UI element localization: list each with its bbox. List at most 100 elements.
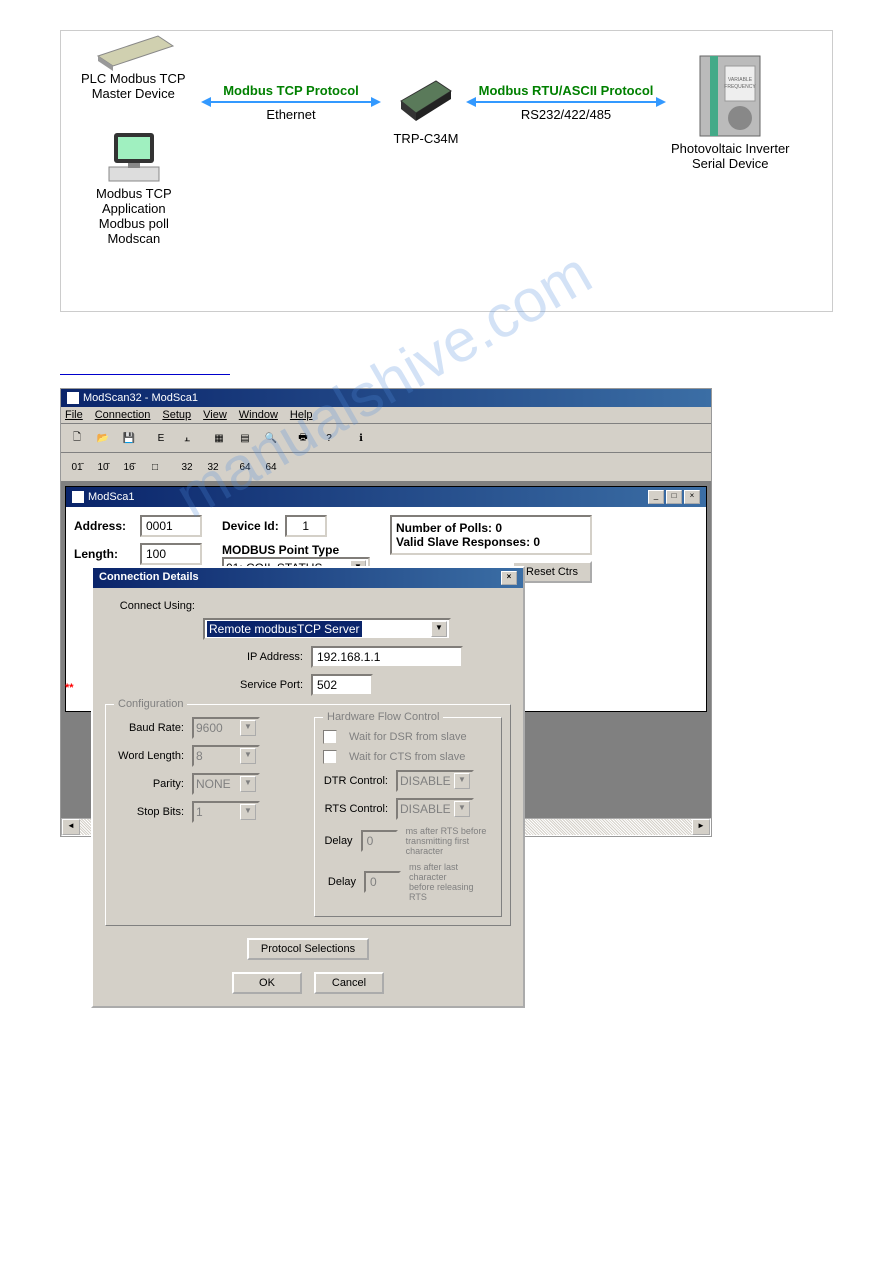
arrow1-top-label: Modbus TCP Protocol — [206, 83, 376, 98]
connect-value: Remote modbusTCP Server — [207, 621, 362, 637]
app-icon — [67, 392, 79, 404]
dsr-checkbox — [323, 730, 337, 744]
inverter-device: VARIABLEFREQUENCY Photovoltaic Inverter … — [671, 51, 790, 171]
sub-titlebar: ModSca1 _ □ × — [66, 487, 706, 507]
gateway-icon — [391, 71, 461, 131]
min-button[interactable]: _ — [648, 490, 664, 504]
delay1-label: Delay — [323, 835, 353, 847]
dsr-label: Wait for DSR from slave — [349, 731, 467, 743]
baud-label: Baud Rate: — [114, 722, 184, 734]
connection-dialog: Connection Details× Connect Using: Remot… — [91, 566, 525, 1008]
word-label: Word Length: — [114, 750, 184, 762]
tb-f8[interactable]: 64 — [259, 456, 283, 478]
ip-input[interactable] — [311, 646, 463, 668]
parity-label: Parity: — [114, 778, 184, 790]
port-input[interactable] — [311, 674, 373, 696]
tb-f7[interactable]: 64 — [233, 456, 257, 478]
inverter-label: Photovoltaic Inverter Serial Device — [671, 141, 790, 171]
menu-view[interactable]: View — [203, 409, 227, 421]
tb-d2[interactable]: ▤ — [233, 427, 257, 449]
tb-save[interactable]: 💾 — [117, 427, 141, 449]
svg-text:VARIABLE: VARIABLE — [728, 77, 753, 83]
dialog-close-button[interactable]: × — [501, 571, 517, 585]
menu-connection[interactable]: Connection — [95, 409, 151, 421]
chevron-down-icon: ▼ — [454, 773, 470, 789]
tb-f3[interactable]: 16̄ — [117, 456, 141, 478]
tb-f5[interactable]: 32 — [175, 456, 199, 478]
tb-f4[interactable]: □ — [143, 456, 167, 478]
tb-d1[interactable]: ▦ — [207, 427, 231, 449]
cts-label: Wait for CTS from slave — [349, 751, 465, 763]
chevron-down-icon: ▼ — [454, 801, 470, 817]
gateway-label: TRP-C34M — [391, 131, 461, 146]
topology-diagram: PLC Modbus TCP Master Device Modbus TCP … — [60, 30, 833, 312]
tb-new[interactable]: 🗋 — [65, 427, 89, 449]
link-placeholder[interactable] — [60, 362, 230, 375]
chevron-down-icon: ▼ — [240, 804, 256, 820]
dialog-titlebar: Connection Details × — [93, 568, 523, 588]
sub-title: ModSca1 — [88, 491, 134, 503]
devid-input[interactable] — [285, 515, 327, 537]
delay2-label: Delay — [323, 876, 356, 888]
tb-d3[interactable]: 🔍 — [259, 427, 283, 449]
address-input[interactable] — [140, 515, 202, 537]
cancel-button[interactable]: Cancel — [314, 972, 384, 994]
ok-button[interactable]: OK — [232, 972, 302, 994]
tb-c1[interactable]: E — [149, 427, 173, 449]
tb-f2[interactable]: 10̄ — [91, 456, 115, 478]
arrow-ethernet: Modbus TCP Protocol Ethernet — [206, 101, 376, 103]
computer-icon — [104, 131, 164, 186]
word-value: 8 — [196, 749, 203, 763]
max-button[interactable]: □ — [666, 490, 682, 504]
menu-window[interactable]: Window — [239, 409, 278, 421]
chevron-down-icon: ▼ — [240, 748, 256, 764]
scroll-right-icon[interactable]: ► — [692, 819, 710, 835]
gateway-device: TRP-C34M — [391, 71, 461, 146]
tb-f6[interactable]: 32 — [201, 456, 225, 478]
tb-open[interactable]: 📂 — [91, 427, 115, 449]
cts-checkbox — [323, 750, 337, 764]
tb-help[interactable]: ? — [317, 427, 341, 449]
dtr-value: DISABLE — [400, 774, 451, 788]
tb-print[interactable]: 🖶 — [291, 427, 315, 449]
protocol-button[interactable]: Protocol Selections — [247, 938, 369, 960]
menu-help[interactable]: Help — [290, 409, 313, 421]
plc-label: PLC Modbus TCP Master Device — [81, 71, 186, 101]
dialog-title: Connection Details — [99, 571, 199, 585]
arrow2-top-label: Modbus RTU/ASCII Protocol — [471, 83, 661, 98]
plc-device: PLC Modbus TCP Master Device — [81, 31, 186, 101]
config-group: Baud Rate:9600▼ Word Length:8▼ Parity:NO… — [105, 704, 511, 926]
devid-label: Device Id: — [222, 519, 279, 533]
tb-c2[interactable]: ⫠ — [175, 427, 199, 449]
menu-setup[interactable]: Setup — [162, 409, 191, 421]
baud-value: 9600 — [196, 721, 223, 735]
length-input[interactable] — [140, 543, 202, 565]
error-mark: ** — [65, 682, 74, 694]
menu-file[interactable]: File — [65, 409, 83, 421]
arrow-serial: Modbus RTU/ASCII Protocol RS232/422/485 — [471, 101, 661, 103]
address-label: Address: — [74, 519, 134, 533]
pc-device: Modbus TCP Application Modbus poll Modsc… — [96, 131, 172, 246]
plc-icon — [88, 31, 178, 71]
toolbar-fmt: 01̄ 10̄ 16̄ □ 32 32 64 64 — [61, 453, 711, 482]
delay1-text: ms after RTS before transmitting first c… — [406, 826, 493, 856]
resp-text: Valid Slave Responses: 0 — [396, 535, 586, 549]
stats-box: Number of Polls: 0 Valid Slave Responses… — [390, 515, 592, 555]
sub-icon — [72, 491, 84, 503]
chevron-down-icon: ▼ — [240, 720, 256, 736]
delay1-input — [361, 830, 398, 852]
tb-about[interactable]: ℹ — [349, 427, 373, 449]
delay2-text: ms after last character before releasing… — [409, 862, 493, 902]
connect-dropdown[interactable]: Remote modbusTCP Server▼ — [203, 618, 451, 640]
tb-f1[interactable]: 01̄ — [65, 456, 89, 478]
length-label: Length: — [74, 547, 134, 561]
chevron-down-icon: ▼ — [240, 776, 256, 792]
polls-text: Number of Polls: 0 — [396, 521, 586, 535]
scroll-left-icon[interactable]: ◄ — [62, 819, 80, 835]
close-button[interactable]: × — [684, 490, 700, 504]
ptype-label: MODBUS Point Type — [222, 543, 370, 557]
dtr-dropdown: DISABLE▼ — [396, 770, 474, 792]
app-titlebar: ModScan32 - ModSca1 — [61, 389, 711, 407]
baud-dropdown: 9600 ▼ — [192, 717, 260, 739]
modscan-window: ModScan32 - ModSca1 File Connection Setu… — [60, 388, 712, 837]
